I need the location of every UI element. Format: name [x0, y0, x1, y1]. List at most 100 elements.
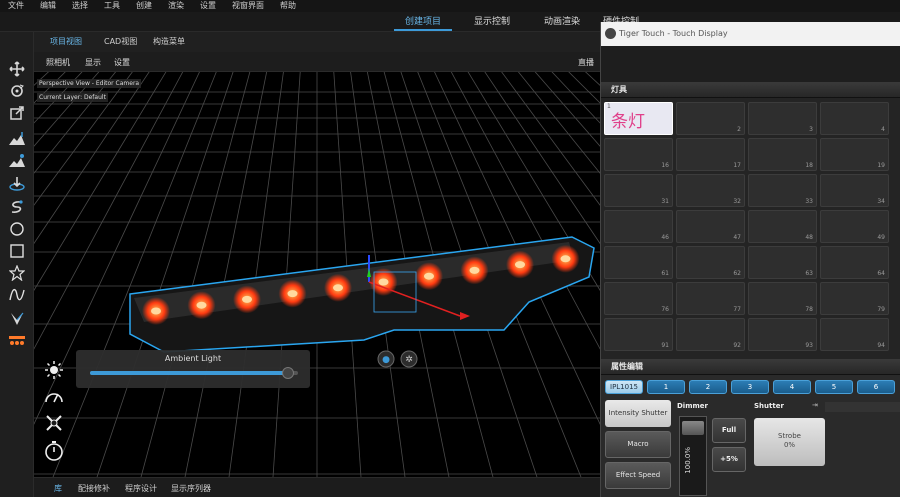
tab-create-project[interactable]: 创建项目	[394, 15, 452, 31]
terrain-paint-icon[interactable]	[7, 152, 27, 170]
strobe-button[interactable]: Strobe 0%	[754, 418, 825, 466]
tab-show-control[interactable]: 显示控制	[466, 15, 518, 31]
plus5-button[interactable]: +5%	[712, 447, 746, 472]
menu-tools[interactable]: 工具	[96, 0, 128, 12]
fixture-cell[interactable]: 18	[748, 138, 817, 171]
full-button[interactable]: Full	[712, 418, 746, 443]
fixture-cell[interactable]: 34	[820, 174, 889, 207]
attr-tab-3[interactable]: 3	[731, 380, 769, 394]
fixture-cell[interactable]: 77	[676, 282, 745, 315]
fixture-cell[interactable]: 49	[820, 210, 889, 243]
shutter-arrow-icon[interactable]: ⇥	[812, 401, 818, 409]
dimmer-fader[interactable]: 100.0%	[679, 416, 707, 496]
curve-icon[interactable]	[7, 198, 27, 216]
fixture-lens[interactable]	[151, 307, 161, 315]
star-icon[interactable]	[7, 264, 27, 282]
attr-tab-fixture[interactable]: IPL1015	[605, 380, 643, 394]
menu-create[interactable]: 创建	[128, 0, 160, 12]
fixture-cell[interactable]: 47	[676, 210, 745, 243]
fixture-cell[interactable]: 4	[820, 102, 889, 135]
menu-edit[interactable]: 编辑	[32, 0, 64, 12]
fixture-cell[interactable]: 33	[748, 174, 817, 207]
live-button[interactable]: 直播	[578, 57, 594, 68]
fixture-cell-number: 19	[877, 162, 885, 169]
attr-tab-6[interactable]: 6	[857, 380, 895, 394]
fixture-cell[interactable]: 63	[748, 246, 817, 279]
fixture-lens[interactable]	[287, 290, 298, 298]
display-menu[interactable]: 显示	[85, 57, 101, 68]
fixture-cell-number: 61	[661, 270, 669, 277]
dimmer-fader-handle[interactable]	[682, 421, 704, 435]
fixture-cell[interactable]: 48	[748, 210, 817, 243]
fixture-cell-selected[interactable]: 1 条灯	[604, 102, 673, 135]
tab-programming[interactable]: 程序设计	[125, 483, 157, 494]
tab-cad-view[interactable]: CAD视图	[104, 36, 137, 47]
fixture-cell[interactable]: 17	[676, 138, 745, 171]
tab-animation-render[interactable]: 动画渲染	[533, 15, 591, 31]
fixture-lens[interactable]	[469, 266, 480, 274]
rotate-icon[interactable]	[7, 82, 27, 100]
menu-settings[interactable]: 设置	[192, 0, 224, 12]
fixture-cell[interactable]: 92	[676, 318, 745, 351]
fixture-lens[interactable]	[424, 272, 434, 280]
ambient-light-handle[interactable]	[281, 367, 294, 379]
wave-icon[interactable]	[7, 286, 27, 304]
group-intensity-shutter[interactable]: Intensity Shutter	[605, 400, 671, 427]
fixture-cell[interactable]: 61	[604, 246, 673, 279]
place-icon[interactable]	[7, 174, 27, 192]
attr-tab-5[interactable]: 5	[815, 380, 853, 394]
attr-tab-1[interactable]: 1	[647, 380, 685, 394]
fixture-cell[interactable]: 46	[604, 210, 673, 243]
tab-show-sequencer[interactable]: 显示序列器	[171, 483, 211, 494]
fixture-lens[interactable]	[196, 301, 207, 309]
terrain-up-icon[interactable]	[7, 130, 27, 148]
array-icon[interactable]	[7, 332, 27, 350]
menu-select[interactable]: 选择	[64, 0, 96, 12]
tab-library[interactable]: 库	[54, 483, 62, 494]
attr-tab-2[interactable]: 2	[689, 380, 727, 394]
menu-view[interactable]: 视窗界面	[224, 0, 272, 12]
fixture-cell[interactable]: 64	[820, 246, 889, 279]
fixture-lens[interactable]	[333, 284, 343, 292]
tab-construct-menu[interactable]: 构造菜单	[153, 36, 185, 47]
fixture-lens[interactable]	[378, 278, 389, 286]
fixture-cell[interactable]: 32	[676, 174, 745, 207]
tab-project-view[interactable]: 项目视图	[50, 36, 82, 47]
group-effect-speed[interactable]: Effect Speed	[605, 462, 671, 489]
move-icon[interactable]	[7, 60, 27, 78]
ambient-light-slider[interactable]	[90, 367, 298, 379]
fixture-lens[interactable]	[242, 295, 252, 303]
tab-patch[interactable]: 配接修补	[78, 483, 110, 494]
settings-menu[interactable]: 设置	[114, 57, 130, 68]
fixture-cell[interactable]: 93	[748, 318, 817, 351]
fixture-cell[interactable]: 19	[820, 138, 889, 171]
camera-menu[interactable]: 照相机	[46, 57, 70, 68]
fixture-cell[interactable]: 91	[604, 318, 673, 351]
scale-icon[interactable]	[7, 104, 27, 122]
fixture-lens[interactable]	[560, 255, 571, 263]
attr-tab-4[interactable]: 4	[773, 380, 811, 394]
fixture-cell[interactable]: 62	[676, 246, 745, 279]
fixture-cell[interactable]: 31	[604, 174, 673, 207]
fixture-cell[interactable]: 2	[676, 102, 745, 135]
fixture-cell[interactable]: 94	[820, 318, 889, 351]
fixture-cell[interactable]: 16	[604, 138, 673, 171]
fixture-cell-number: 17	[733, 162, 741, 169]
mirror-icon[interactable]	[7, 310, 27, 328]
3d-viewport[interactable]: ● ✲ Perspective View - Editor Camera Cur…	[34, 72, 600, 477]
fixture-cell[interactable]: 76	[604, 282, 673, 315]
fixture-cell[interactable]: 78	[748, 282, 817, 315]
fixture-cell[interactable]: 79	[820, 282, 889, 315]
menu-render[interactable]: 渲染	[160, 0, 192, 12]
menu-file[interactable]: 文件	[0, 0, 32, 12]
speed-gauge-icon[interactable]	[44, 387, 64, 409]
tools-icon[interactable]	[44, 413, 64, 435]
group-macro[interactable]: Macro	[605, 431, 671, 458]
square-icon[interactable]	[7, 242, 27, 260]
fixture-cell[interactable]: 3	[748, 102, 817, 135]
timer-icon[interactable]	[44, 440, 64, 464]
menu-help[interactable]: 帮助	[272, 0, 304, 12]
sun-icon[interactable]	[44, 360, 64, 382]
circle-icon[interactable]	[7, 220, 27, 238]
fixture-lens[interactable]	[515, 261, 525, 269]
